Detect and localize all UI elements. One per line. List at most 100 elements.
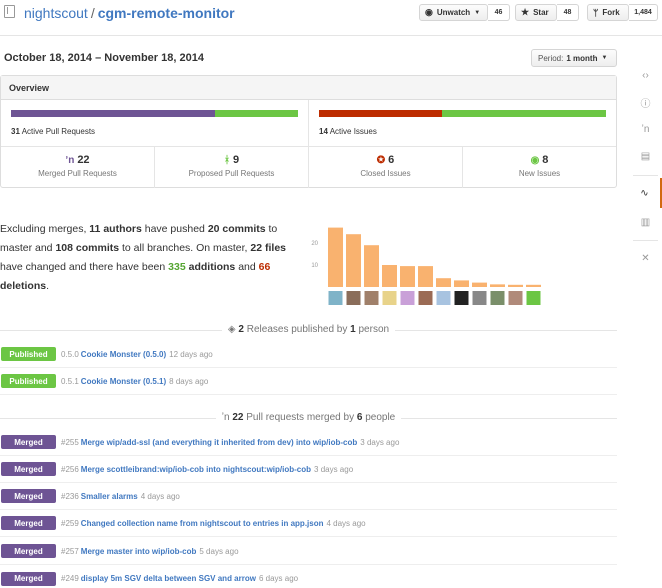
watchers-count[interactable]: 46 bbox=[488, 4, 510, 21]
release-version: 0.5.0 bbox=[61, 349, 79, 359]
pr-title-link[interactable]: Changed collection name from nightscout … bbox=[81, 519, 324, 528]
merged-pr-row: Merged #257 Merge master into wip/iob-co… bbox=[0, 538, 617, 565]
new-issues-label: New Issues bbox=[518, 169, 561, 178]
contributor-avatar[interactable] bbox=[364, 291, 379, 305]
pr-title-link[interactable]: Merge master into wip/iob-cob bbox=[81, 547, 197, 556]
pr-number: #236 bbox=[61, 491, 79, 501]
sidebar-pull-requests-icon[interactable]: ʼn bbox=[629, 114, 662, 144]
sidebar-graphs-icon[interactable]: ▥ bbox=[629, 207, 662, 237]
merged-pr-row: Merged #249 display 5m SGV delta between… bbox=[0, 565, 617, 588]
proposed-prs-stat[interactable]: ᚼ9 Proposed Pull Requests bbox=[155, 154, 308, 178]
contributor-avatar[interactable] bbox=[526, 291, 541, 305]
contributor-bar[interactable] bbox=[526, 284, 541, 287]
merged-pr-row: Merged #256 Merge scottleibrand:wip/iob-… bbox=[0, 456, 617, 483]
contributor-avatar[interactable] bbox=[490, 291, 505, 305]
merged-heading-text: people bbox=[365, 412, 396, 423]
contributor-avatar[interactable] bbox=[454, 291, 469, 305]
contributor-avatar[interactable] bbox=[472, 291, 487, 305]
tag-icon: ◈ bbox=[227, 324, 236, 335]
merged-prs-count: 22 bbox=[77, 154, 90, 166]
authors-count[interactable]: 11 authors bbox=[89, 223, 142, 235]
period-value: 1 month bbox=[566, 53, 598, 63]
overview-panel: Overview 31 Active Pull Requests 14 Acti… bbox=[0, 75, 617, 188]
pr-time: 3 days ago bbox=[360, 437, 400, 447]
closed-issues-stat[interactable]: ✪ 6 Closed Issues bbox=[309, 154, 462, 178]
contributor-bar[interactable] bbox=[364, 245, 379, 287]
merged-prs-stat[interactable]: ʼn 22 Merged Pull Requests bbox=[1, 154, 154, 178]
contributor-bar[interactable] bbox=[400, 266, 415, 287]
sidebar-issues-icon[interactable]: ⓘ bbox=[629, 87, 662, 117]
repo-owner-link[interactable]: nightscout bbox=[24, 5, 88, 21]
stars-count[interactable]: 48 bbox=[557, 4, 579, 21]
contributor-avatar[interactable] bbox=[328, 291, 343, 305]
repo-separator: / bbox=[90, 5, 95, 21]
merged-people-count: 6 bbox=[356, 412, 363, 423]
pr-number: #256 bbox=[61, 464, 79, 474]
published-badge: Published bbox=[1, 374, 56, 388]
contributor-bar[interactable] bbox=[328, 227, 343, 287]
releases-count: 2 bbox=[238, 324, 244, 335]
pr-title-link[interactable]: display 5m SGV delta between SGV and arr… bbox=[81, 574, 256, 583]
summary-text: Excluding merges, bbox=[0, 223, 87, 235]
pull-request-icon: ᚼ bbox=[223, 155, 230, 166]
star-button[interactable]: ★ Star bbox=[515, 4, 557, 21]
sidebar-code-icon[interactable]: ‹› bbox=[629, 60, 662, 90]
fork-button[interactable]: ᛘ Fork bbox=[587, 4, 629, 21]
summary-text: . bbox=[46, 280, 50, 292]
release-title-link[interactable]: Cookie Monster (0.5.1) bbox=[81, 377, 166, 386]
files-count: 22 files bbox=[250, 242, 287, 254]
merged-badge: Merged bbox=[1, 516, 56, 530]
sidebar-settings-icon[interactable]: ✕ bbox=[629, 243, 662, 273]
issue-bar-open bbox=[442, 110, 606, 117]
contributor-bar[interactable] bbox=[454, 280, 469, 287]
proposed-prs-label: Proposed Pull Requests bbox=[188, 169, 275, 178]
pr-title-link[interactable]: Merge scottleibrand:wip/iob-cob into nig… bbox=[81, 465, 311, 474]
forks-count[interactable]: 1,484 bbox=[629, 4, 658, 21]
pr-bar-merged bbox=[11, 110, 215, 117]
release-row: Published 0.5.1 Cookie Monster (0.5.1) 8… bbox=[0, 368, 617, 395]
additions-count: 335 bbox=[168, 261, 186, 273]
contributor-avatar[interactable] bbox=[418, 291, 433, 305]
contributor-avatar[interactable] bbox=[436, 291, 451, 305]
contributor-bar[interactable] bbox=[436, 278, 451, 287]
contributor-avatar[interactable] bbox=[400, 291, 415, 305]
pr-title-link[interactable]: Merge wip/add-ssl (and everything it inh… bbox=[81, 438, 357, 447]
summary-text: have changed and there have been bbox=[0, 261, 166, 273]
closed-issues-count: 6 bbox=[388, 154, 395, 166]
period-select[interactable]: Period: 1 month ▼ bbox=[531, 49, 617, 67]
contributor-bar[interactable] bbox=[490, 284, 505, 287]
overview-title: Overview bbox=[1, 76, 616, 100]
star-label: Star bbox=[533, 8, 549, 17]
merged-pr-row: Merged #236 Smaller alarms 4 days ago bbox=[0, 483, 617, 510]
contributor-bar[interactable] bbox=[382, 265, 397, 287]
unwatch-button[interactable]: ◉ Unwatch ▼ bbox=[419, 4, 488, 21]
date-range: October 18, 2014 – November 18, 2014 bbox=[4, 52, 204, 64]
contributor-bar[interactable] bbox=[508, 284, 523, 287]
new-issues-stat[interactable]: ◉ 8 New Issues bbox=[463, 154, 616, 178]
sidebar-wiki-icon[interactable]: ▤ bbox=[629, 141, 662, 171]
issue-bar-closed bbox=[319, 110, 442, 117]
contributor-avatar[interactable] bbox=[382, 291, 397, 305]
contributor-bar[interactable] bbox=[472, 282, 487, 287]
deletions-label: deletions bbox=[0, 280, 47, 292]
active-prs-label: Active Pull Requests bbox=[21, 127, 96, 136]
release-time: 8 days ago bbox=[169, 376, 209, 386]
releases-people-count: 1 bbox=[350, 324, 356, 335]
release-title-link[interactable]: Cookie Monster (0.5.0) bbox=[81, 350, 166, 359]
pr-title-link[interactable]: Smaller alarms bbox=[81, 492, 138, 501]
repo-name-link[interactable]: cgm-remote-monitor bbox=[98, 5, 235, 21]
contributor-avatar[interactable] bbox=[508, 291, 523, 305]
sidebar-pulse-icon[interactable]: ∿ bbox=[629, 178, 662, 208]
merged-badge: Merged bbox=[1, 544, 56, 558]
merged-pr-row: Merged #255 Merge wip/add-ssl (and every… bbox=[0, 429, 617, 456]
caret-down-icon: ▼ bbox=[474, 9, 481, 16]
divider bbox=[308, 100, 309, 146]
contributor-bar[interactable] bbox=[418, 266, 433, 287]
contributor-avatar[interactable] bbox=[346, 291, 361, 305]
additions-label: additions bbox=[188, 261, 236, 273]
releases-heading-text: Releases published by bbox=[246, 324, 348, 335]
active-prs[interactable]: 31 Active Pull Requests bbox=[11, 127, 95, 136]
active-issues[interactable]: 14 Active Issues bbox=[319, 127, 377, 136]
contributor-bar[interactable] bbox=[346, 234, 361, 287]
eye-icon: ◉ bbox=[425, 7, 433, 17]
